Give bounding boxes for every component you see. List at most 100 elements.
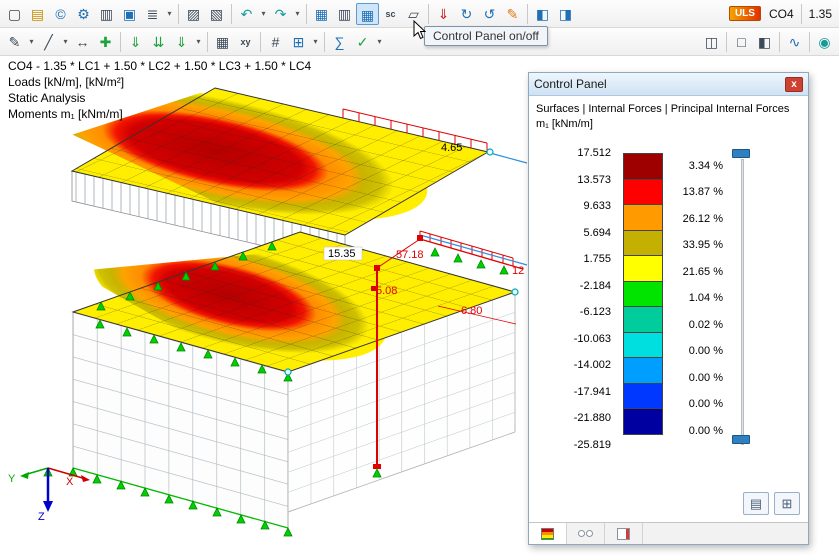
rotate-back-icon[interactable]: ↺ bbox=[478, 3, 501, 25]
render-mode-icon[interactable]: □ bbox=[730, 31, 753, 53]
scale-percent: 0.00 % bbox=[688, 345, 723, 357]
mesh-caret-icon[interactable]: ▾ bbox=[310, 31, 321, 53]
toolbar-separator bbox=[231, 3, 232, 24]
redo-icon[interactable]: ↷ bbox=[269, 3, 292, 25]
dimension-icon[interactable]: ↔ bbox=[71, 31, 94, 53]
toolbar-separator bbox=[260, 31, 261, 52]
result-label: 5.08 bbox=[376, 285, 397, 297]
load-case-icon[interactable]: ⇓ bbox=[432, 3, 455, 25]
line-load-icon[interactable]: ⇊ bbox=[147, 31, 170, 53]
tables-icon[interactable]: ▦ bbox=[211, 31, 234, 53]
color-swatch[interactable] bbox=[623, 382, 663, 409]
scale-percent: 0.02 % bbox=[688, 318, 723, 331]
edit-color-scale-button[interactable]: ▤ bbox=[743, 492, 769, 515]
rfem-application-window: ▢ ▤ © ⚙ ▥ ▣ ≣ ▾ ▨ ▧ ↶ ▾ ↷ ▾ ▦ ▥ ▦ sc ▱ ⇓… bbox=[0, 0, 839, 557]
control-panel-title: Control Panel bbox=[534, 77, 607, 91]
color-scale bbox=[623, 153, 663, 435]
coordinate-system-icon[interactable]: xy bbox=[234, 31, 257, 53]
scale-range-track[interactable] bbox=[741, 159, 744, 445]
info-line-loads: Loads [kN/m], [kN/m²] bbox=[8, 75, 125, 89]
color-swatch[interactable] bbox=[623, 229, 663, 256]
print-icon[interactable]: ≣ bbox=[141, 3, 164, 25]
about-icon[interactable]: © bbox=[49, 3, 72, 25]
color-swatch[interactable] bbox=[623, 331, 663, 358]
color-swatch[interactable] bbox=[623, 357, 663, 384]
rotate-view-icon[interactable]: ↻ bbox=[455, 3, 478, 25]
color-swatch[interactable] bbox=[623, 204, 663, 231]
panel-tabs bbox=[529, 522, 808, 544]
edit-icon[interactable]: ✎ bbox=[3, 31, 26, 53]
control-panel-window: Control Panel x Surfaces | Internal Forc… bbox=[528, 72, 809, 545]
control-panel-titlebar[interactable]: Control Panel x bbox=[529, 73, 808, 96]
scale-value: 5.694 bbox=[583, 226, 611, 239]
control-panel-toggle-button[interactable]: ▦ bbox=[356, 2, 379, 25]
calculate-caret-icon[interactable]: ▾ bbox=[374, 31, 385, 53]
display-colors-icon[interactable]: ◉ bbox=[813, 31, 836, 53]
draw-line-icon[interactable]: ╱ bbox=[37, 31, 60, 53]
tab-color-scale[interactable] bbox=[529, 523, 567, 544]
result-diagram-icon[interactable]: ∿ bbox=[783, 31, 806, 53]
color-swatch[interactable] bbox=[623, 408, 663, 435]
save-icon[interactable]: ▣ bbox=[118, 3, 141, 25]
scale-value: -6.123 bbox=[579, 306, 611, 318]
table-manager-icon[interactable]: ▦ bbox=[310, 3, 333, 25]
edit-caret-icon[interactable]: ▾ bbox=[26, 31, 37, 53]
toolbar-separator bbox=[324, 31, 325, 52]
split-view-left-icon[interactable]: ◧ bbox=[531, 3, 554, 25]
toolbar-separator bbox=[527, 3, 528, 24]
color-swatch[interactable] bbox=[623, 280, 663, 307]
close-icon[interactable]: x bbox=[785, 76, 803, 92]
info-line-analysis: Static Analysis bbox=[8, 91, 86, 105]
undo-icon[interactable]: ↶ bbox=[235, 3, 258, 25]
mesh-icon[interactable]: # bbox=[264, 31, 287, 53]
snap-icon[interactable]: ✚ bbox=[94, 31, 117, 53]
check-icon[interactable]: ✓ bbox=[351, 31, 374, 53]
split-view-right-icon[interactable]: ◨ bbox=[554, 3, 577, 25]
scale-value: -10.063 bbox=[573, 332, 611, 345]
export-report-icon[interactable]: ▨ bbox=[182, 3, 205, 25]
design-situation-badge: ULS bbox=[728, 6, 761, 21]
scale-value: -2.184 bbox=[579, 279, 611, 292]
print-caret-icon[interactable]: ▾ bbox=[164, 3, 175, 25]
nodal-load-icon[interactable]: ⇓ bbox=[124, 31, 147, 53]
comment-icon[interactable]: ✎ bbox=[501, 3, 524, 25]
tab-filter[interactable] bbox=[605, 523, 643, 544]
export-table-icon[interactable]: ▧ bbox=[205, 3, 228, 25]
color-swatch[interactable] bbox=[623, 255, 663, 282]
new-model-icon[interactable]: ▢ bbox=[3, 3, 26, 25]
z-axis-label: Z bbox=[38, 511, 45, 523]
factors-tab-icon bbox=[578, 530, 585, 537]
display-tables-icon[interactable]: ▥ bbox=[333, 3, 356, 25]
redo-caret-icon[interactable]: ▾ bbox=[292, 3, 303, 25]
cursor-arrow-icon bbox=[413, 19, 427, 40]
color-swatch[interactable] bbox=[623, 153, 663, 180]
surface-load-icon[interactable]: ⇓ bbox=[170, 31, 193, 53]
color-swatch[interactable] bbox=[623, 306, 663, 333]
color-swatch[interactable] bbox=[623, 178, 663, 205]
paste-icon[interactable]: ▥ bbox=[95, 3, 118, 25]
mesh-settings-icon[interactable]: ⊞ bbox=[287, 31, 310, 53]
scale-value: 13.573 bbox=[577, 173, 611, 186]
draw-line-caret-icon[interactable]: ▾ bbox=[60, 31, 71, 53]
generate-icon[interactable]: sc bbox=[379, 3, 402, 25]
open-model-icon[interactable]: ▤ bbox=[26, 3, 49, 25]
scale-range-handle-top[interactable] bbox=[732, 149, 750, 158]
scale-value: -14.002 bbox=[573, 359, 611, 371]
scale-value: 1.755 bbox=[583, 253, 611, 265]
tooltip: Control Panel on/off bbox=[424, 26, 548, 46]
mouse-cursor bbox=[412, 19, 427, 43]
scale-range-handle-bottom[interactable] bbox=[732, 435, 750, 444]
load-caret-icon[interactable]: ▾ bbox=[193, 31, 204, 53]
factor-value[interactable]: 1.35 bbox=[809, 7, 832, 21]
scale-value: 17.512 bbox=[577, 147, 611, 159]
scale-percent: 13.87 % bbox=[682, 186, 723, 198]
load-combination-combo[interactable]: CO4 bbox=[769, 7, 794, 21]
scale-percent: 26.12 % bbox=[682, 212, 723, 225]
display-options-button[interactable]: ⊞ bbox=[774, 492, 800, 515]
view-mode-icon[interactable]: ◧ bbox=[753, 31, 776, 53]
calculate-icon[interactable]: ∑ bbox=[328, 31, 351, 53]
options-icon[interactable]: ⚙ bbox=[72, 3, 95, 25]
undo-caret-icon[interactable]: ▾ bbox=[258, 3, 269, 25]
tab-factors[interactable] bbox=[567, 523, 605, 544]
panel-toggle-icon[interactable]: ◫ bbox=[700, 31, 723, 53]
